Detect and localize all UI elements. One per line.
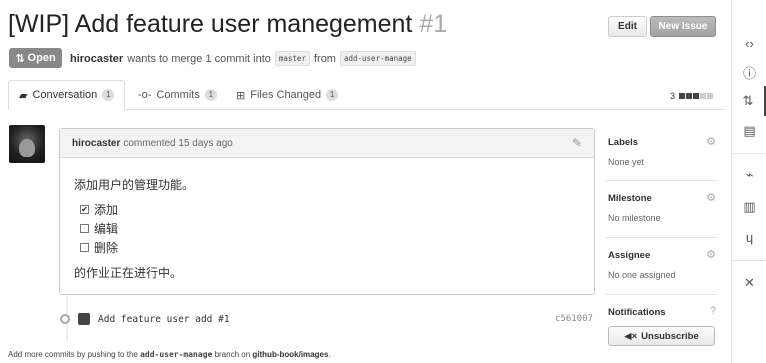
sidebar-divider [605,294,717,295]
head-branch: add-user-manage [339,51,416,66]
commit-icon [60,314,70,324]
network-icon[interactable]: ɥ [732,222,766,252]
sidebar-assignee-value: No one assigned [608,270,676,280]
push-hint-text: branch on [214,350,251,359]
task-item: 删除 [80,239,118,256]
settings-icon[interactable]: ✕ [732,268,766,298]
pr-meta-from: from [313,52,336,65]
diffstat-bar [679,93,714,99]
gear-icon[interactable]: ⚙ [706,248,716,261]
tab-count: 1 [204,89,217,101]
sidebar-notifications-title: Notifications [608,307,666,318]
issues-icon[interactable]: ⓘ [732,57,766,87]
comment-timestamp: commented 15 days ago [123,137,233,149]
task-checkbox[interactable] [80,243,89,252]
tab-count: 1 [102,89,115,101]
task-checkbox-checked[interactable]: ✔ [80,205,89,214]
edit-button[interactable]: Edit [608,16,647,37]
pull-request-icon[interactable]: ⇅ [732,86,766,116]
file-diff-icon: ⊞ [236,89,246,102]
pr-meta: hirocaster wants to merge 1 commit into … [70,51,416,66]
comment-paragraph: 添加用户的管理功能。 [74,178,195,192]
pr-number: #1 [419,10,448,38]
sidebar-labels: Labels ⚙ None yet [608,135,716,167]
comment-author[interactable]: hirocaster [72,138,120,149]
commit-avatar[interactable] [78,313,90,325]
task-label: 添加 [94,203,119,217]
status-label: Open [27,52,56,64]
tab-label: Files Changed [250,89,322,101]
sidebar-milestone-value: No milestone [608,213,661,223]
commit-sha[interactable]: c561007 [555,314,593,324]
comment-paragraph: 的作业正在进行中。 [74,266,183,280]
commit-message[interactable]: Add feature user add #1 [98,314,230,325]
pencil-icon[interactable]: ✎ [572,136,582,150]
sidebar-divider [605,180,717,181]
task-label: 编辑 [94,222,119,236]
sidebar-notifications: Notifications ? [608,305,716,318]
sidebar-assignee: Assignee ⚙ No one assigned [608,248,716,280]
new-issue-button[interactable]: New Issue [650,16,716,37]
push-hint-text: . [328,350,331,359]
push-hint-repo[interactable]: github-book/images [252,350,328,359]
code-icon[interactable]: ‹› [732,28,766,58]
sidebar-labels-title: Labels [608,137,639,148]
commit-entry: Add feature user add #1 [60,313,230,325]
task-checkbox[interactable] [80,224,89,233]
pulse-icon[interactable]: ⌁ [732,160,766,190]
status-badge: ⇅ Open [9,48,62,68]
push-hint-branch: add-user-manage [140,350,213,359]
push-hint: Add more commits by pushing to the add-u… [8,350,331,359]
sidebar-milestone: Milestone ⚙ No milestone [608,191,716,223]
tab-count: 1 [326,89,339,101]
tab-conversation[interactable]: ▰ Conversation 1 [8,80,126,110]
tab-label: Conversation [32,89,98,101]
pr-title-text: [WIP] Add feature user manegement [8,10,413,38]
wiki-icon[interactable]: ▤ [732,116,766,146]
repo-nav: ‹› ⓘ ⇅ ▤ ⌁ ▥ ɥ ✕ [731,0,766,363]
repo-nav-divider [732,153,766,154]
unsubscribe-label: Unsubscribe [641,330,699,342]
repo-nav-divider [732,260,766,261]
tab-label: Commits [156,89,200,101]
comment-box: hirocaster commented 15 days ago ✎ 添加用户的… [59,128,595,295]
sidebar-assignee-title: Assignee [608,250,651,261]
comment-icon: ▰ [19,89,28,102]
tab-files-changed[interactable]: ⊞ Files Changed 1 [226,80,348,110]
page-title: [WIP] Add feature user manegement #1 [8,10,447,39]
gear-icon[interactable]: ⚙ [706,135,716,148]
gear-icon[interactable]: ⚙ [706,191,716,204]
diffstat-count: 3 [670,91,676,101]
sidebar-milestone-title: Milestone [608,193,652,204]
pr-author-link[interactable]: hirocaster [70,53,123,65]
main-content: [WIP] Add feature user manegement #1 Edi… [0,0,728,363]
commit-icon: -o- [138,89,152,101]
pr-meta-text: wants to merge 1 commit into [127,52,271,65]
help-icon[interactable]: ? [710,305,716,317]
graphs-icon[interactable]: ▥ [732,192,766,222]
unsubscribe-button[interactable]: ◀× Unsubscribe [608,326,715,346]
avatar[interactable] [9,125,45,163]
mute-icon: ◀× [624,330,638,342]
comment-header: hirocaster commented 15 days ago ✎ [60,129,594,158]
diffstat[interactable]: 3 [670,91,714,101]
sidebar-divider [605,237,717,238]
sidebar-labels-value: None yet [608,157,645,167]
task-item: 编辑 [80,220,118,237]
task-label: 删除 [94,241,119,255]
tab-commits[interactable]: -o- Commits 1 [128,80,227,110]
pull-request-icon: ⇅ [15,52,25,65]
task-item: ✔ 添加 [80,201,118,218]
base-branch: master [274,51,310,66]
push-hint-text: Add more commits by pushing to the [8,350,138,359]
